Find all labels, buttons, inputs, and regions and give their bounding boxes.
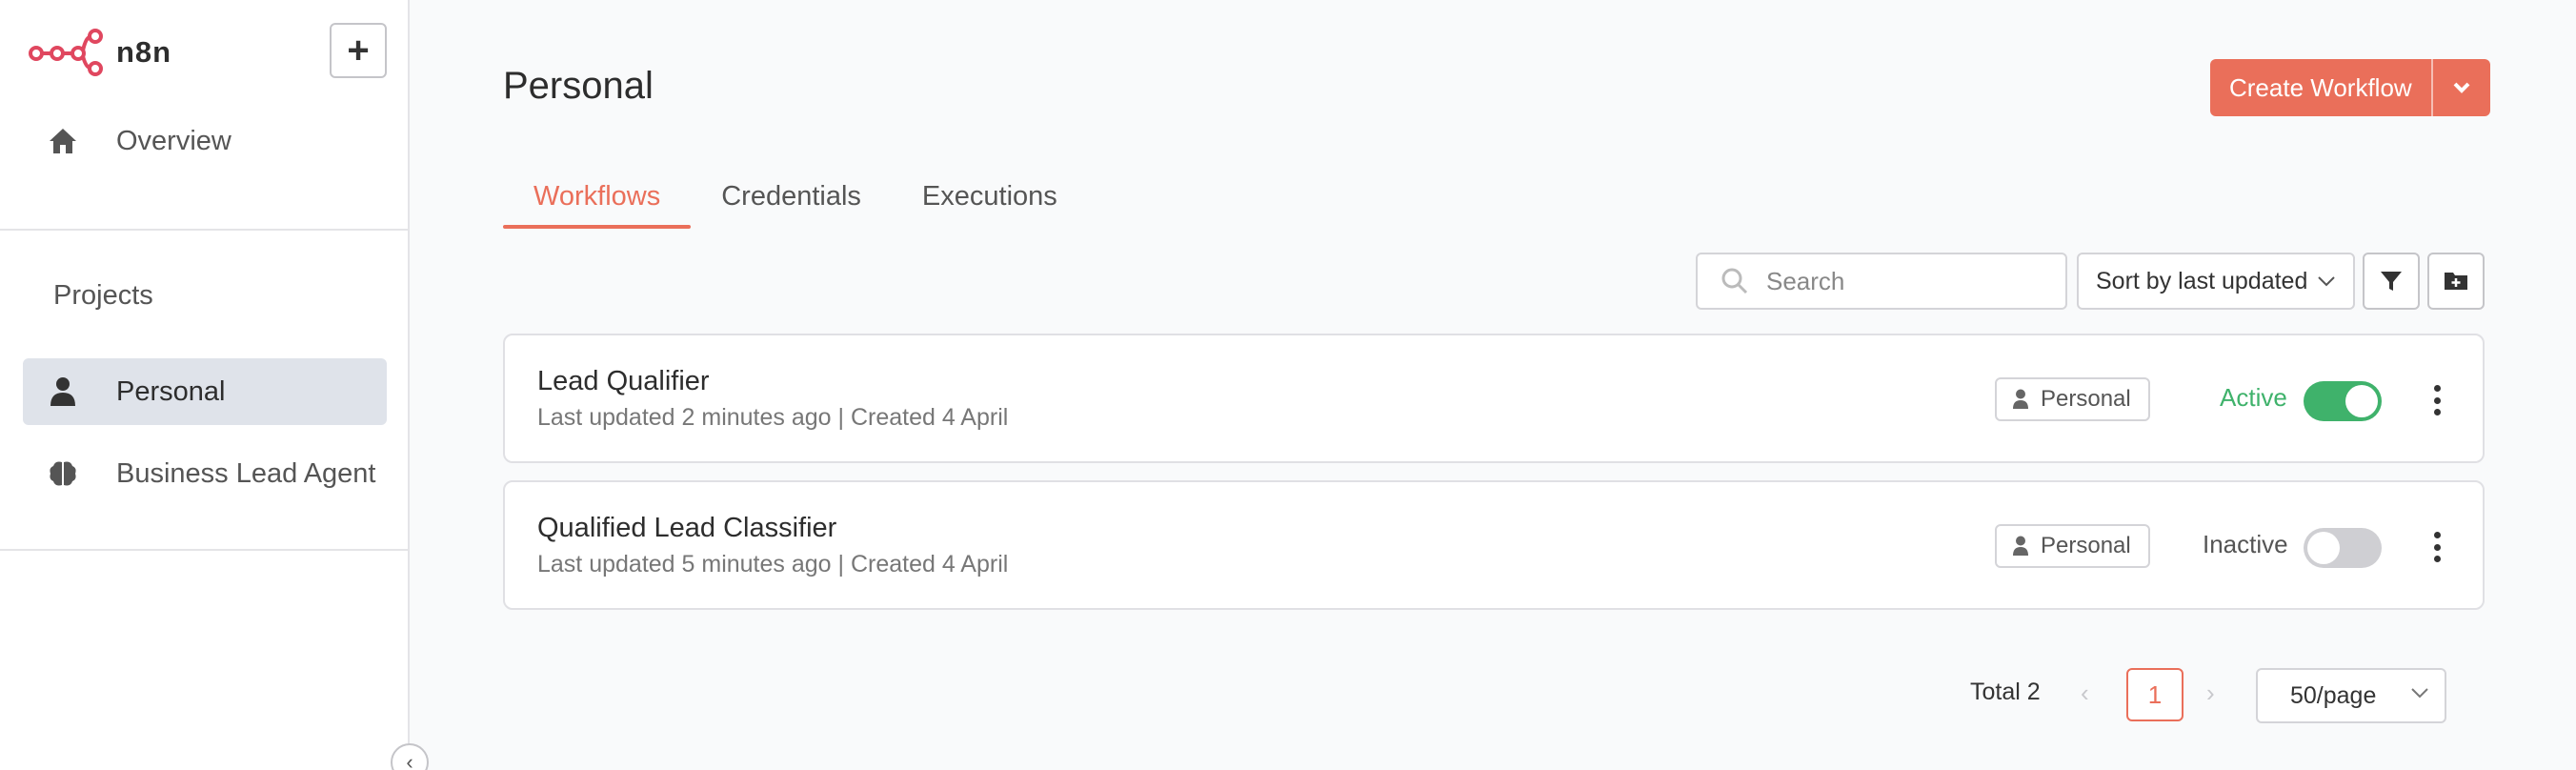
workflow-name[interactable]: Lead Qualifier [537,366,710,397]
sidebar-item-label: Personal [116,375,226,407]
add-folder-button[interactable] [2427,253,2485,310]
user-icon [2012,536,2029,557]
more-options-icon[interactable] [2425,381,2448,419]
collapse-sidebar-button[interactable]: ‹ [391,743,429,770]
brain-icon [44,455,82,493]
project-badge-label: Personal [2041,533,2131,558]
tabs: Workflows Credentials Executions [503,172,1088,229]
project-badge-label: Personal [2041,386,2131,412]
sidebar-item-label: Business Lead Agent [116,457,376,489]
divider [0,229,410,231]
page-title: Personal [503,65,654,107]
workflow-name[interactable]: Qualified Lead Classifier [537,513,836,544]
tab-executions[interactable]: Executions [892,172,1088,229]
home-icon [44,122,82,160]
app-name: n8n [116,35,172,69]
workflow-card[interactable]: Lead Qualifier Last updated 2 minutes ag… [503,334,2485,463]
status-label: Inactive [2203,530,2288,558]
prev-page-icon[interactable]: ‹ [2081,679,2089,708]
sort-value: Sort by last updated [2096,267,2308,294]
filter-button[interactable] [2363,253,2420,310]
chevron-left-icon: ‹ [406,750,413,770]
sidebar: n8n + Overview Projects Personal Busines… [0,0,410,770]
sidebar-item-overview[interactable]: Overview [23,108,387,174]
project-badge: Personal [1995,524,2150,568]
sidebar-item-business-lead-agent[interactable]: Business Lead Agent [23,440,387,507]
tab-credentials[interactable]: Credentials [691,172,892,229]
folder-plus-icon [2445,273,2467,290]
sidebar-item-personal[interactable]: Personal [23,358,387,425]
next-page-icon[interactable]: › [2206,679,2215,708]
workflow-meta: Last updated 2 minutes ago | Created 4 A… [537,404,1009,431]
chevron-down-icon [2411,688,2428,699]
create-workflow-button-group: Create Workflow [2210,59,2490,116]
user-icon [44,373,82,411]
search-icon [1721,268,1748,294]
workflow-meta: Last updated 5 minutes ago | Created 4 A… [537,551,1009,578]
create-workflow-button[interactable]: Create Workflow [2210,59,2431,116]
search-placeholder: Search [1766,266,1845,295]
logo-icon [29,29,103,76]
total-count: Total 2 [1970,679,2041,705]
user-icon [2012,389,2029,410]
create-options-button[interactable] [2430,59,2490,116]
filter-icon [2381,272,2402,291]
page-size-select[interactable]: 50/page [2256,668,2446,723]
chevron-down-icon [2453,82,2470,93]
active-toggle[interactable] [2304,528,2382,568]
more-options-icon[interactable] [2425,528,2448,566]
divider [0,549,410,551]
status-label: Active [2220,383,2287,412]
project-badge: Personal [1995,377,2150,421]
page-size-value: 50/page [2290,681,2377,709]
add-button[interactable]: + [330,23,387,78]
projects-heading: Projects [53,280,153,311]
chevron-down-icon [2318,276,2336,287]
tab-workflows[interactable]: Workflows [503,172,692,229]
workflow-card[interactable]: Qualified Lead Classifier Last updated 5… [503,480,2485,610]
sort-select[interactable]: Sort by last updated [2077,253,2355,310]
active-toggle[interactable] [2304,381,2382,421]
sidebar-item-label: Overview [116,125,231,156]
page-number[interactable]: 1 [2126,668,2184,721]
search-input[interactable]: Search [1696,253,2067,310]
plus-icon: + [347,30,370,71]
n8n-logo[interactable]: n8n [29,29,171,76]
